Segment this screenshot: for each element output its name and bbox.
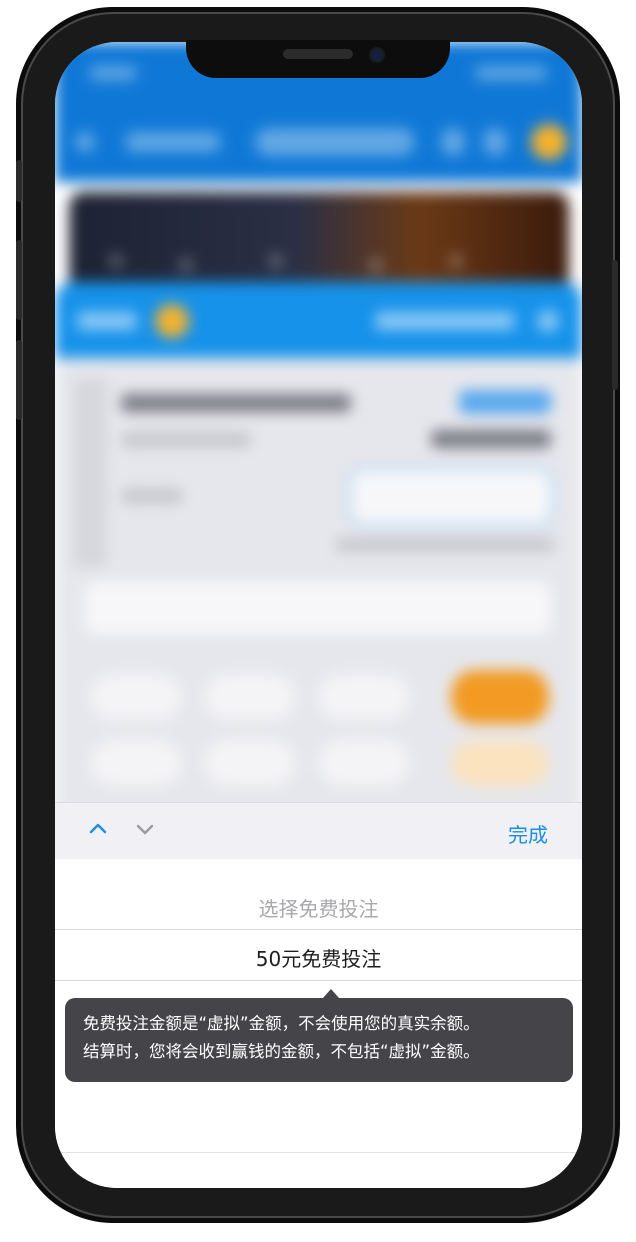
avatar — [531, 124, 567, 160]
banner-dot — [179, 258, 193, 272]
status-icons-placeholder — [475, 66, 547, 80]
done-button[interactable]: 完成 — [508, 819, 548, 848]
gift-icon — [441, 128, 465, 156]
bet-balance-placeholder — [375, 312, 515, 330]
back-icon — [75, 132, 95, 152]
free-bet-select-placeholder — [85, 582, 551, 634]
keypad-key — [205, 674, 295, 720]
bet-slip-title-placeholder — [77, 312, 137, 330]
keyboard-toolbar: 完成 — [55, 802, 582, 859]
stake-label-placeholder — [121, 488, 183, 504]
keypad-key — [205, 740, 295, 786]
picker-option-selected[interactable]: 50元免费投注 — [55, 943, 582, 972]
max-key — [451, 740, 549, 786]
banner-dot — [369, 258, 383, 272]
bet-slip-header — [55, 282, 582, 358]
keypad-key — [91, 674, 181, 720]
app-title-placeholder — [125, 132, 221, 152]
keypad-key — [319, 674, 409, 720]
chevron-up-icon[interactable] — [88, 819, 108, 839]
phone-screen: 完成 选择免费投注 50元免费投注 免费投注金额是“虚拟”金额，不会使用您的真实… — [55, 42, 582, 1188]
payout-placeholder — [335, 538, 555, 552]
tooltip-line-1: 免费投注金额是“虚拟”金额，不会使用您的真实余额。 — [83, 1014, 480, 1033]
front-camera — [371, 49, 383, 61]
volume-up-button — [16, 240, 22, 320]
keypad-key — [91, 740, 181, 786]
blurred-app-background — [55, 42, 582, 842]
banner-dot — [449, 254, 463, 268]
banner-dot — [109, 254, 123, 268]
bet-side-strip — [73, 378, 107, 568]
mute-switch — [16, 160, 22, 202]
notch — [186, 40, 450, 78]
tooltip-arrow — [323, 989, 339, 998]
picker-option[interactable]: 选择免费投注 — [55, 893, 582, 922]
volume-down-button — [16, 340, 22, 420]
picker-bottom-divider — [55, 1152, 582, 1153]
balance-pill-placeholder — [255, 128, 415, 156]
match-title-placeholder — [121, 394, 351, 412]
keypad-key — [319, 740, 409, 786]
bet-slip-panel — [55, 282, 582, 842]
picker-selection-top-line — [55, 929, 582, 930]
selection-placeholder — [431, 430, 551, 448]
banner-dot — [269, 254, 283, 268]
market-placeholder — [121, 432, 251, 448]
tooltip-line-2: 结算时，您将会收到赢钱的金额，不包括“虚拟”金额。 — [83, 1042, 480, 1061]
speaker — [283, 49, 353, 59]
picker-selection-bottom-line — [55, 980, 582, 981]
stake-input-placeholder — [351, 470, 551, 524]
search-icon — [483, 128, 507, 156]
odds-placeholder — [459, 390, 551, 414]
chevron-down-icon[interactable] — [135, 819, 155, 839]
bet-count-badge — [155, 304, 189, 338]
place-bet-key — [451, 670, 549, 724]
clock-icon — [537, 310, 559, 332]
status-time-placeholder — [89, 66, 137, 80]
free-bet-tooltip: 免费投注金额是“虚拟”金额，不会使用您的真实余额。 结算时，您将会收到赢钱的金额… — [65, 989, 573, 1082]
power-button — [612, 260, 618, 390]
